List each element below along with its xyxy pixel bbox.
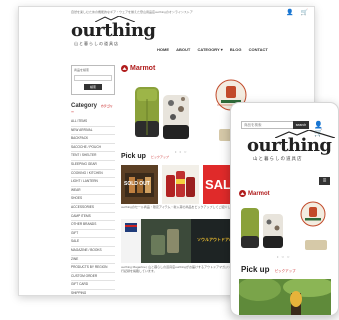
hamburger-menu-button[interactable]: ≡ bbox=[319, 177, 330, 185]
slider-dots[interactable]: • • ○ bbox=[175, 149, 187, 154]
category-item[interactable]: ALL ITEMS bbox=[71, 118, 115, 127]
category-item[interactable]: OTHER BRANDS bbox=[71, 221, 115, 230]
account-icon[interactable]: 👤 bbox=[314, 122, 323, 129]
category-item[interactable]: PRODUCTS BY REGION bbox=[71, 264, 115, 273]
product-row: SOLD OUT SALE bbox=[121, 165, 240, 204]
pickup-subtitle: ピックアップ bbox=[274, 269, 296, 273]
product-label: SOLD OUT bbox=[124, 181, 150, 187]
mobile-search-button[interactable]: search bbox=[293, 121, 309, 129]
pickup-title: Pick up bbox=[241, 265, 270, 274]
mountain-icon bbox=[95, 16, 135, 22]
category-item[interactable]: BACKPACK bbox=[71, 135, 115, 144]
logo-subtitle: 山と暮らしの道具店 bbox=[74, 41, 119, 46]
mobile-logo[interactable]: ourthing 山と暮らしの道具店 bbox=[247, 130, 335, 162]
category-item[interactable]: MAGAZINE / BOOKS bbox=[71, 247, 115, 256]
main-nav: HOME ABOUT CATEGORY ▾ BLOG CONTACT bbox=[157, 47, 274, 52]
mobile-hero-image[interactable] bbox=[233, 196, 337, 256]
product-card[interactable]: SOLD OUT bbox=[121, 165, 158, 204]
mountain-icon bbox=[275, 130, 335, 138]
mobile-preview: 商品を検索 search 👤🛒 ourthing 山と暮らしの道具店 ≡ Mar… bbox=[230, 102, 339, 316]
tagline: 自然を楽しむための機能的なギア・ウェアを揃えた登山用品店ourthingのオンラ… bbox=[71, 10, 193, 14]
nav-about[interactable]: ABOUT bbox=[176, 47, 190, 52]
mobile-pickup-image[interactable] bbox=[239, 279, 331, 315]
sidebar-search-button[interactable]: 検索 bbox=[84, 84, 103, 90]
category-item[interactable]: GIFT CARD bbox=[71, 281, 115, 290]
product-card[interactable] bbox=[162, 165, 199, 204]
nav-home[interactable]: HOME bbox=[157, 47, 169, 52]
sidebar-search-input[interactable] bbox=[74, 75, 112, 81]
pickup-photo bbox=[239, 279, 331, 315]
category-item[interactable]: LIGHT / LANTERN bbox=[71, 178, 115, 187]
category-title: Category bbox=[71, 103, 98, 109]
category-item[interactable]: COOKING / KITCHEN bbox=[71, 170, 115, 179]
category-heading: Category カテゴリー bbox=[71, 103, 115, 115]
nav-blog[interactable]: BLOG bbox=[230, 47, 242, 52]
logo-word: ourthing bbox=[71, 20, 156, 41]
category-item[interactable]: CUSTOM ORDER bbox=[71, 273, 115, 282]
category-item[interactable]: WEAR bbox=[71, 187, 115, 196]
logo-subtitle: 山と暮らしの道具店 bbox=[253, 156, 303, 161]
category-list: ALL ITEMS NEW ARRIVAL BACKPACK SACOCHE / PO… bbox=[71, 118, 115, 295]
nav-category[interactable]: CATEGORY ▾ bbox=[197, 47, 222, 52]
pickup-subtitle: ピックアップ bbox=[150, 155, 169, 159]
category-item[interactable]: SALE bbox=[71, 238, 115, 247]
pickup-title: Pick up bbox=[121, 153, 146, 160]
category-item[interactable]: ZINE bbox=[71, 256, 115, 265]
category-item[interactable]: GIFT bbox=[71, 230, 115, 239]
category-item[interactable]: SHOES bbox=[71, 195, 115, 204]
site-logo[interactable]: ourthing 山と暮らしの道具店 bbox=[71, 16, 156, 47]
sidebar-search: 商品を検索 検索 bbox=[71, 65, 115, 95]
sidebar: 商品を検索 検索 Category カテゴリー ALL ITEMS NEW ARR… bbox=[71, 65, 115, 295]
cart-icon[interactable]: 🛒 bbox=[301, 10, 308, 16]
category-item[interactable]: SHIPPING bbox=[71, 290, 115, 295]
mobile-search-input[interactable]: 商品を検索 bbox=[241, 121, 295, 129]
category-item[interactable]: TENT / SHELTER bbox=[71, 152, 115, 161]
category-item[interactable]: NEW ARRIVAL bbox=[71, 127, 115, 136]
category-item[interactable]: SLEEPING GEAR bbox=[71, 161, 115, 170]
mobile-pickup-heading: Pick up ピックアップ bbox=[241, 265, 296, 274]
nav-contact[interactable]: CONTACT bbox=[249, 47, 268, 52]
mobile-slider-dots[interactable]: • ○ ○ bbox=[277, 254, 290, 259]
category-item[interactable]: CAMP ITEMS bbox=[71, 213, 115, 222]
account-icon[interactable]: 👤 bbox=[286, 10, 293, 16]
category-item[interactable]: SACOCHE / POUCH bbox=[71, 144, 115, 153]
product-image bbox=[162, 165, 199, 204]
category-item[interactable]: ACCESSORIES bbox=[71, 204, 115, 213]
search-title: 商品を検索 bbox=[74, 68, 90, 72]
pickup-heading: Pick up ピックアップ bbox=[121, 153, 169, 160]
logo-word: ourthing bbox=[247, 135, 332, 156]
top-bar: 自然を楽しむための機能的なギア・ウェアを揃えた登山用品店ourthingのオンラ… bbox=[19, 7, 314, 17]
